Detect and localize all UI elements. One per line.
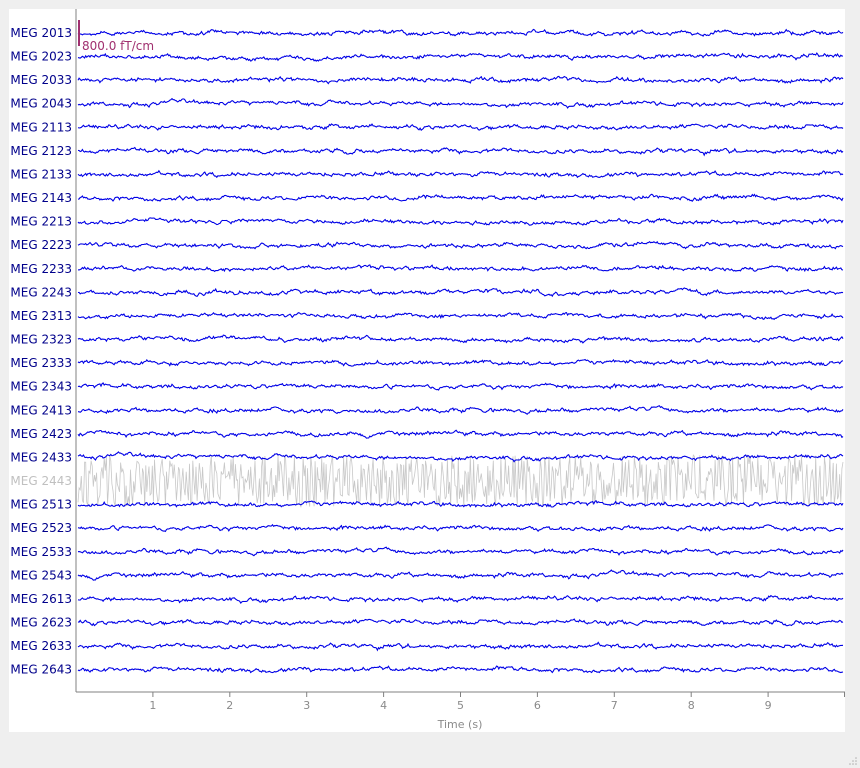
channel-trace[interactable]: [77, 75, 844, 85]
channel-label[interactable]: MEG 2533: [10, 545, 72, 559]
x-tick-label: 3: [303, 699, 310, 712]
channel-trace[interactable]: [77, 429, 844, 439]
channel-label[interactable]: MEG 2543: [10, 568, 72, 582]
channel-label[interactable]: MEG 2523: [10, 521, 72, 535]
x-tick-label: 5: [457, 699, 464, 712]
channel-trace[interactable]: [77, 311, 844, 321]
channel-trace[interactable]: [77, 641, 844, 652]
channel-label[interactable]: MEG 2123: [10, 144, 72, 158]
x-tick-label: 4: [380, 699, 387, 712]
channel-label[interactable]: MEG 2013: [10, 26, 72, 40]
channel-traces: [77, 28, 844, 674]
channel-trace[interactable]: [77, 193, 844, 202]
x-tick-label: 1: [149, 699, 156, 712]
channel-trace[interactable]: [77, 146, 844, 157]
channel-label[interactable]: MEG 2133: [10, 167, 72, 181]
channel-label[interactable]: MEG 2213: [10, 215, 72, 229]
scale-bar: 800.0 fT/cm: [78, 20, 154, 53]
channel-trace[interactable]: [77, 52, 844, 62]
channel-trace[interactable]: [77, 454, 844, 509]
channel-trace[interactable]: [77, 405, 844, 415]
channel-label[interactable]: MEG 2023: [10, 50, 72, 64]
channel-label[interactable]: MEG 2233: [10, 262, 72, 276]
channel-trace[interactable]: [77, 546, 844, 557]
x-tick-label: 6: [534, 699, 541, 712]
channel-label[interactable]: MEG 2413: [10, 403, 72, 417]
channel-trace[interactable]: [77, 287, 844, 298]
x-tick-label: 7: [611, 699, 618, 712]
channel-label[interactable]: MEG 2313: [10, 309, 72, 323]
channel-trace[interactable]: [77, 382, 844, 391]
channel-label[interactable]: MEG 2613: [10, 592, 72, 606]
channel-label[interactable]: MEG 2433: [10, 450, 72, 464]
resize-grip-icon[interactable]: [848, 756, 858, 766]
channel-trace[interactable]: [77, 618, 844, 627]
channel-trace[interactable]: [77, 665, 844, 674]
channel-label[interactable]: MEG 2223: [10, 238, 72, 252]
channel-trace[interactable]: [77, 334, 844, 344]
channel-label[interactable]: MEG 2513: [10, 498, 72, 512]
channel-trace[interactable]: [77, 28, 844, 37]
channel-label[interactable]: MEG 2423: [10, 427, 72, 441]
figure-canvas: MEG 2013 MEG 2023 MEG 2033 MEG 2043 MEG 2113…: [9, 9, 845, 732]
x-tick-label: 8: [688, 699, 695, 712]
scale-bar-label: 800.0 fT/cm: [82, 39, 154, 53]
channel-label[interactable]: MEG 2033: [10, 73, 72, 87]
channel-label[interactable]: MEG 2643: [10, 663, 72, 677]
channel-label[interactable]: MEG 2243: [10, 285, 72, 299]
channel-trace[interactable]: [77, 523, 844, 533]
channel-trace[interactable]: [77, 264, 844, 273]
channel-trace[interactable]: [77, 358, 844, 367]
channel-labels: MEG 2013 MEG 2023 MEG 2033 MEG 2043 MEG 2113…: [10, 26, 72, 677]
channel-trace[interactable]: [77, 123, 844, 132]
channel-trace[interactable]: [77, 97, 844, 109]
channel-trace[interactable]: [77, 169, 844, 179]
channel-label[interactable]: MEG 2043: [10, 97, 72, 111]
x-tick-label: 2: [226, 699, 233, 712]
channel-trace[interactable]: [77, 240, 844, 250]
raw-data-plot[interactable]: MEG 2013 MEG 2023 MEG 2033 MEG 2043 MEG 2113…: [9, 9, 845, 732]
channel-label[interactable]: MEG 2323: [10, 333, 72, 347]
channel-label[interactable]: MEG 2623: [10, 616, 72, 630]
x-tick-label: 9: [765, 699, 772, 712]
channel-trace[interactable]: [77, 569, 844, 581]
channel-label[interactable]: MEG 2143: [10, 191, 72, 205]
channel-trace[interactable]: [77, 499, 844, 508]
channel-trace[interactable]: [77, 217, 844, 226]
channel-label[interactable]: MEG 2343: [10, 380, 72, 394]
channel-label[interactable]: MEG 2333: [10, 356, 72, 370]
x-axis-label: Time (s): [437, 718, 483, 731]
channel-label[interactable]: MEG 2443: [10, 474, 72, 488]
channel-trace[interactable]: [77, 451, 844, 463]
x-ticks: 1 2 3 4 5 6 7 8 9: [149, 692, 772, 712]
channel-label[interactable]: MEG 2113: [10, 120, 72, 134]
channel-trace[interactable]: [77, 594, 844, 605]
channel-label[interactable]: MEG 2633: [10, 639, 72, 653]
axes: [75, 9, 845, 697]
